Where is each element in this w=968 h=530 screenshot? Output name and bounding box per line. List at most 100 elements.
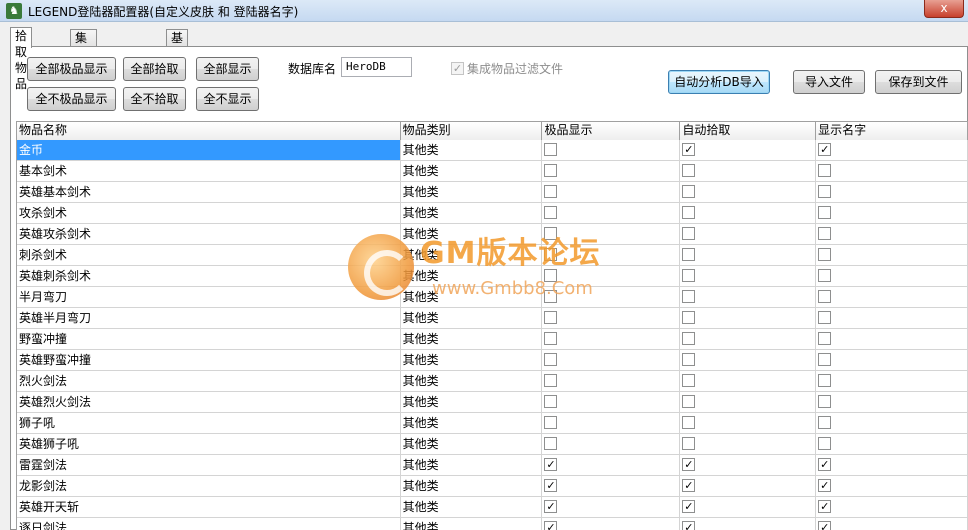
auto-pickup-checkbox[interactable]: ✓ <box>682 143 696 156</box>
table-row[interactable]: 半月弯刀 其他类 <box>17 287 968 308</box>
auto-pickup-checkbox[interactable] <box>682 332 696 345</box>
cell-item-name[interactable]: 英雄狮子吼 <box>17 434 401 454</box>
table-row[interactable]: 英雄攻杀剑术 其他类 <box>17 224 968 245</box>
table-row[interactable]: 英雄半月弯刀 其他类 <box>17 308 968 329</box>
auto-pickup-checkbox[interactable] <box>682 248 696 261</box>
cell-item-name[interactable]: 狮子吼 <box>17 413 401 433</box>
table-row[interactable]: 攻杀剑术 其他类 <box>17 203 968 224</box>
quality-show-checkbox[interactable]: ✓ <box>544 479 558 492</box>
none-pickup-button[interactable]: 全不拾取 <box>123 87 186 111</box>
db-name-input[interactable]: HeroDB <box>341 57 412 77</box>
cell-item-category[interactable]: 其他类 <box>401 287 543 307</box>
quality-show-checkbox[interactable] <box>544 374 558 387</box>
cell-item-category[interactable]: 其他类 <box>401 371 543 391</box>
show-name-checkbox[interactable] <box>818 290 832 303</box>
show-name-checkbox[interactable] <box>818 353 832 366</box>
auto-pickup-checkbox[interactable] <box>682 206 696 219</box>
cell-item-category[interactable]: 其他类 <box>401 182 543 202</box>
quality-show-checkbox[interactable] <box>544 164 558 177</box>
auto-pickup-checkbox[interactable]: ✓ <box>682 479 696 492</box>
auto-pickup-checkbox[interactable]: ✓ <box>682 521 696 530</box>
cell-item-name[interactable]: 英雄攻杀剑术 <box>17 224 401 244</box>
quality-show-checkbox[interactable]: ✓ <box>544 458 558 471</box>
quality-show-checkbox[interactable]: ✓ <box>544 521 558 530</box>
all-quality-show-button[interactable]: 全部极品显示 <box>27 57 116 81</box>
show-name-checkbox[interactable]: ✓ <box>818 143 832 156</box>
auto-pickup-checkbox[interactable] <box>682 395 696 408</box>
table-row[interactable]: 英雄烈火剑法 其他类 <box>17 392 968 413</box>
quality-show-checkbox[interactable] <box>544 269 558 282</box>
cell-item-category[interactable]: 其他类 <box>401 224 543 244</box>
cell-item-category[interactable]: 其他类 <box>401 266 543 286</box>
quality-show-checkbox[interactable]: ✓ <box>544 500 558 513</box>
tab-integrated-patch[interactable]: 集成补丁(屏蔽) <box>70 29 97 125</box>
auto-pickup-checkbox[interactable] <box>682 311 696 324</box>
auto-pickup-checkbox[interactable] <box>682 227 696 240</box>
cell-item-category[interactable]: 其他类 <box>401 434 543 454</box>
header-show-name[interactable]: 显示名字 <box>816 122 968 140</box>
quality-show-checkbox[interactable] <box>544 143 558 156</box>
cell-item-category[interactable]: 其他类 <box>401 245 543 265</box>
table-row[interactable]: 金币 其他类 ✓ ✓ <box>17 140 968 161</box>
show-name-checkbox[interactable] <box>818 248 832 261</box>
none-show-button[interactable]: 全不显示 <box>196 87 259 111</box>
table-row[interactable]: 野蛮冲撞 其他类 <box>17 329 968 350</box>
show-name-checkbox[interactable] <box>818 311 832 324</box>
auto-pickup-checkbox[interactable] <box>682 185 696 198</box>
auto-pickup-checkbox[interactable] <box>682 416 696 429</box>
table-row[interactable]: 狮子吼 其他类 <box>17 413 968 434</box>
auto-pickup-checkbox[interactable] <box>682 290 696 303</box>
quality-show-checkbox[interactable] <box>544 185 558 198</box>
auto-pickup-checkbox[interactable]: ✓ <box>682 500 696 513</box>
cell-item-name[interactable]: 英雄刺杀剑术 <box>17 266 401 286</box>
save-file-button[interactable]: 保存到文件 <box>875 70 962 94</box>
quality-show-checkbox[interactable] <box>544 353 558 366</box>
auto-pickup-checkbox[interactable] <box>682 164 696 177</box>
show-name-checkbox[interactable]: ✓ <box>818 479 832 492</box>
show-name-checkbox[interactable] <box>818 269 832 282</box>
show-name-checkbox[interactable] <box>818 332 832 345</box>
cell-item-category[interactable]: 其他类 <box>401 350 543 370</box>
quality-show-checkbox[interactable] <box>544 416 558 429</box>
cell-item-name[interactable]: 逐日剑法 <box>17 518 401 530</box>
show-name-checkbox[interactable]: ✓ <box>818 458 832 471</box>
cell-item-name[interactable]: 英雄基本剑术 <box>17 182 401 202</box>
none-quality-show-button[interactable]: 全不极品显示 <box>27 87 116 111</box>
show-name-checkbox[interactable] <box>818 437 832 450</box>
tab-pickup-items[interactable]: 拾取物品 <box>10 27 33 91</box>
cell-item-name[interactable]: 基本剑术 <box>17 161 401 181</box>
cell-item-name[interactable]: 英雄半月弯刀 <box>17 308 401 328</box>
cell-item-category[interactable]: 其他类 <box>401 161 543 181</box>
table-row[interactable]: 英雄开天斩 其他类 ✓ ✓ ✓ <box>17 497 968 518</box>
table-row[interactable]: 英雄刺杀剑术 其他类 <box>17 266 968 287</box>
table-row[interactable]: 基本剑术 其他类 <box>17 161 968 182</box>
cell-item-category[interactable]: 其他类 <box>401 392 543 412</box>
cell-item-category[interactable]: 其他类 <box>401 497 543 517</box>
header-quality-show[interactable]: 极品显示 <box>542 122 681 140</box>
all-pickup-button[interactable]: 全部拾取 <box>123 57 186 81</box>
cell-item-name[interactable]: 龙影剑法 <box>17 476 401 496</box>
tab-basic-info[interactable]: 基本信息 <box>166 29 189 93</box>
cell-item-category[interactable]: 其他类 <box>401 455 543 475</box>
table-row[interactable]: 英雄狮子吼 其他类 <box>17 434 968 455</box>
quality-show-checkbox[interactable] <box>544 437 558 450</box>
show-name-checkbox[interactable]: ✓ <box>818 521 832 530</box>
cell-item-category[interactable]: 其他类 <box>401 476 543 496</box>
show-name-checkbox[interactable] <box>818 395 832 408</box>
show-name-checkbox[interactable] <box>818 185 832 198</box>
auto-import-button[interactable]: 自动分析DB导入 <box>668 70 770 94</box>
cell-item-category[interactable]: 其他类 <box>401 140 543 160</box>
show-name-checkbox[interactable]: ✓ <box>818 500 832 513</box>
show-name-checkbox[interactable] <box>818 416 832 429</box>
cell-item-name[interactable]: 英雄烈火剑法 <box>17 392 401 412</box>
auto-pickup-checkbox[interactable] <box>682 353 696 366</box>
table-row[interactable]: 龙影剑法 其他类 ✓ ✓ ✓ <box>17 476 968 497</box>
show-name-checkbox[interactable] <box>818 374 832 387</box>
quality-show-checkbox[interactable] <box>544 332 558 345</box>
cell-item-name[interactable]: 英雄野蛮冲撞 <box>17 350 401 370</box>
close-button[interactable]: x <box>924 0 964 18</box>
show-name-checkbox[interactable] <box>818 227 832 240</box>
import-file-button[interactable]: 导入文件 <box>793 70 865 94</box>
show-name-checkbox[interactable] <box>818 164 832 177</box>
cell-item-name[interactable]: 半月弯刀 <box>17 287 401 307</box>
